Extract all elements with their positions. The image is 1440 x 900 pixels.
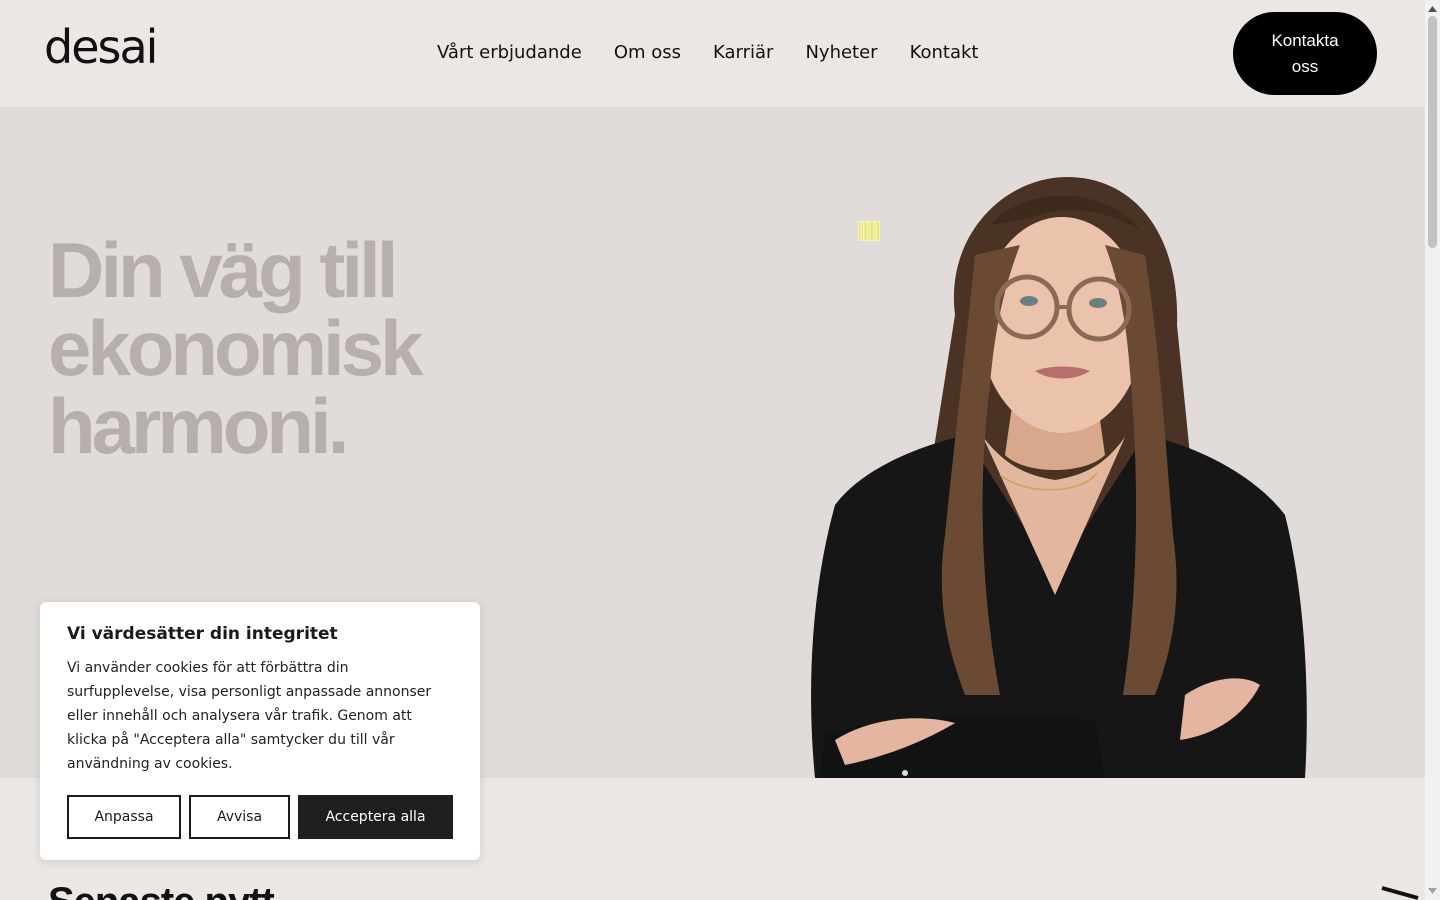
cookie-consent-dialog: Vi värdesätter din integritet Vi använde… (40, 602, 480, 860)
nav-link-om-oss[interactable]: Om oss (614, 42, 681, 64)
page-scrollbar[interactable] (1425, 0, 1440, 900)
scroll-down-arrow-icon[interactable] (1425, 884, 1440, 898)
scroll-up-arrow-icon[interactable] (1425, 2, 1440, 16)
nav-link-kontakt[interactable]: Kontakt (910, 42, 979, 64)
customize-cookies-button[interactable]: Anpassa (67, 795, 181, 839)
cookie-body: Vi använder cookies för att förbättra di… (67, 660, 432, 772)
hero-portrait-image (811, 177, 1307, 778)
main-nav: Vårt erbjudande Om oss Karriär Nyheter K… (437, 42, 979, 64)
cookie-title: Vi värdesätter din integritet (67, 624, 338, 644)
scrollbar-thumb[interactable] (1428, 16, 1437, 248)
accept-all-cookies-button[interactable]: Acceptera alla (298, 795, 453, 839)
nav-link-nyheter[interactable]: Nyheter (805, 42, 877, 64)
arrow-icon[interactable] (1380, 886, 1420, 900)
desai-logo[interactable]: desai (44, 22, 158, 72)
hero-title: Din väg till ekonomisk harmoni. (48, 226, 423, 470)
contact-us-button[interactable]: Kontakta oss (1233, 12, 1377, 95)
cookie-button-row: Anpassa Avvisa Acceptera alla (67, 795, 453, 839)
latest-news-heading: Senaste nytt (48, 882, 275, 900)
nav-link-vart-erbjudande[interactable]: Vårt erbjudande (437, 42, 582, 64)
reject-cookies-button[interactable]: Avvisa (189, 795, 290, 839)
site-header: desai Vårt erbjudande Om oss Karriär Nyh… (0, 0, 1425, 107)
nav-link-karriar[interactable]: Karriär (713, 42, 773, 64)
